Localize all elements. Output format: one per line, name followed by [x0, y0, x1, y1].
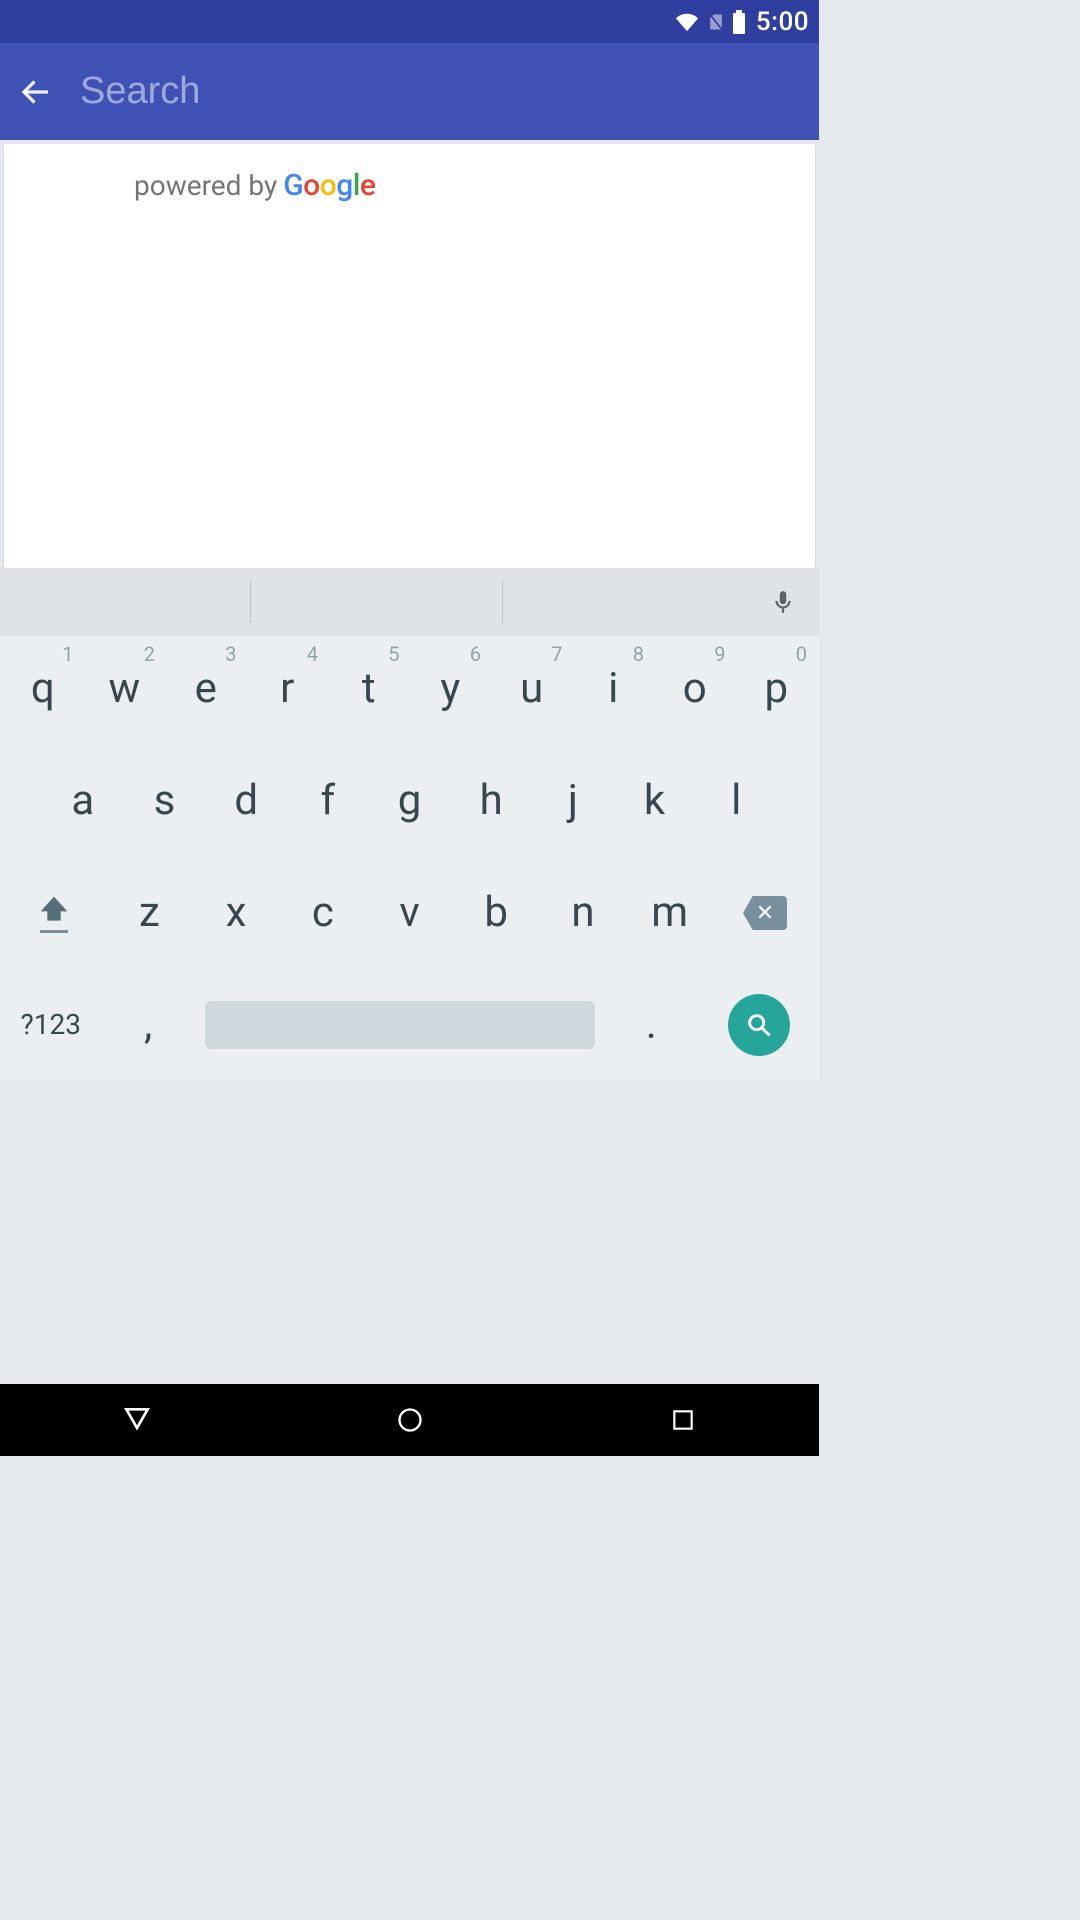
key-t[interactable]: 5t: [328, 646, 410, 732]
key-symbols[interactable]: ?123: [2, 982, 99, 1068]
search-icon: [745, 1011, 773, 1039]
key-i[interactable]: 8i: [573, 646, 655, 732]
nav-home[interactable]: [380, 1400, 440, 1440]
navigation-bar: [0, 1384, 819, 1456]
key-s[interactable]: s: [124, 758, 206, 844]
status-bar: 5:00: [0, 0, 819, 43]
key-row-1: 1q 2w 3e 4r 5t 6y 7u 8i 9o 0p: [2, 646, 817, 732]
key-h[interactable]: h: [450, 758, 532, 844]
key-comma[interactable]: ,: [99, 982, 196, 1068]
google-logo: Google: [283, 168, 375, 203]
key-period[interactable]: .: [603, 982, 700, 1068]
key-l[interactable]: l: [695, 758, 777, 844]
key-u[interactable]: 7u: [491, 646, 573, 732]
nav-recents[interactable]: [653, 1400, 713, 1440]
key-a[interactable]: a: [42, 758, 124, 844]
key-shift[interactable]: [2, 870, 106, 956]
voice-input-button[interactable]: [753, 572, 813, 632]
key-c[interactable]: c: [279, 870, 366, 956]
soft-keyboard: 1q 2w 3e 4r 5t 6y 7u 8i 9o 0p a s d f g …: [0, 568, 819, 1080]
nav-home-icon: [396, 1406, 424, 1434]
key-w[interactable]: 2w: [84, 646, 166, 732]
shift-icon: [36, 894, 72, 926]
app-bar: [0, 43, 819, 140]
key-row-3: z x c v b n m ✕: [2, 870, 817, 956]
powered-by-text: powered by: [134, 169, 277, 202]
no-sim-icon: [706, 10, 726, 34]
key-r[interactable]: 4r: [247, 646, 329, 732]
key-v[interactable]: v: [366, 870, 453, 956]
key-q[interactable]: 1q: [2, 646, 84, 732]
nav-recents-icon: [670, 1407, 696, 1433]
key-backspace[interactable]: ✕: [713, 870, 817, 956]
wifi-icon: [674, 11, 700, 33]
key-k[interactable]: k: [614, 758, 696, 844]
key-p[interactable]: 0p: [736, 646, 818, 732]
arrow-left-icon: [18, 74, 54, 110]
key-d[interactable]: d: [205, 758, 287, 844]
key-y[interactable]: 6y: [410, 646, 492, 732]
nav-back-icon: [121, 1404, 153, 1436]
key-b[interactable]: b: [453, 870, 540, 956]
nav-back[interactable]: [107, 1400, 167, 1440]
powered-by-google: powered by Google: [4, 168, 815, 203]
key-row-2: a s d f g h j k l: [2, 758, 817, 844]
key-n[interactable]: n: [540, 870, 627, 956]
key-e[interactable]: 3e: [165, 646, 247, 732]
key-g[interactable]: g: [369, 758, 451, 844]
key-row-4: ?123 , .: [2, 982, 817, 1068]
suggestion-bar: [0, 568, 819, 636]
key-space[interactable]: [205, 1001, 595, 1049]
backspace-icon: ✕: [743, 896, 787, 930]
results-card: powered by Google: [4, 144, 815, 568]
status-clock: 5:00: [756, 7, 809, 37]
results-area: powered by Google: [0, 140, 819, 568]
back-button[interactable]: [12, 68, 60, 116]
key-f[interactable]: f: [287, 758, 369, 844]
key-j[interactable]: j: [532, 758, 614, 844]
key-z[interactable]: z: [106, 870, 193, 956]
key-x[interactable]: x: [193, 870, 280, 956]
key-search[interactable]: [700, 982, 817, 1068]
key-o[interactable]: 9o: [654, 646, 736, 732]
microphone-icon: [770, 586, 796, 618]
battery-icon: [732, 10, 746, 34]
key-m[interactable]: m: [626, 870, 713, 956]
search-input[interactable]: [80, 70, 807, 113]
